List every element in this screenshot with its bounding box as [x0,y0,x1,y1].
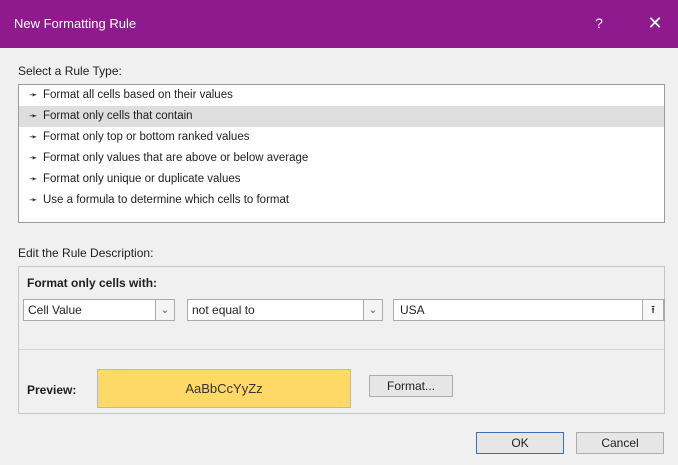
rule-item-label: Format only cells that contain [43,110,193,122]
preview-label: Preview: [27,383,77,397]
new-formatting-rule-dialog: New Formatting Rule ? ✕ Select a Rule Ty… [0,0,678,465]
rule-item-unique-duplicate[interactable]: ➛ Format only unique or duplicate values [19,169,664,190]
cancel-button[interactable]: Cancel [576,432,664,454]
arrow-icon: ➛ [29,90,38,101]
rule-item-top-bottom[interactable]: ➛ Format only top or bottom ranked values [19,127,664,148]
operand-value: Cell Value [28,303,82,317]
help-button[interactable]: ? [588,12,610,34]
collapse-range-icon[interactable]: ⭱ [642,299,664,321]
value-text: USA [400,303,425,317]
rule-item-all-cells[interactable]: ➛ Format all cells based on their values [19,85,664,106]
format-cells-with-label: Format only cells with: [27,276,158,290]
close-button[interactable]: ✕ [642,10,668,36]
chevron-down-icon[interactable]: ⌄ [363,299,383,321]
operator-select[interactable]: not equal to ⌄ [187,299,383,321]
arrow-icon: ➛ [29,195,38,206]
rule-item-label: Use a formula to determine which cells t… [43,194,290,206]
arrow-icon: ➛ [29,153,38,164]
divider [19,349,664,350]
arrow-icon: ➛ [29,174,38,185]
operator-value: not equal to [192,303,255,317]
arrow-icon: ➛ [29,132,38,143]
rule-item-label: Format only values that are above or bel… [43,152,309,164]
title-bar: New Formatting Rule ? ✕ [0,0,678,48]
rule-description-label: Edit the Rule Description: [18,246,154,260]
rule-type-list[interactable]: ➛ Format all cells based on their values … [18,84,665,223]
value-input[interactable]: USA ⭱ [393,299,665,321]
rule-item-label: Format only unique or duplicate values [43,173,241,185]
chevron-down-icon[interactable]: ⌄ [155,299,175,321]
rule-type-label: Select a Rule Type: [18,64,122,78]
rule-description-panel: Format only cells with: Cell Value ⌄ not… [18,266,665,414]
arrow-icon: ➛ [29,111,38,122]
preview-box: AaBbCcYyZz [97,369,351,408]
dialog-title: New Formatting Rule [14,16,137,31]
rule-item-formula[interactable]: ➛ Use a formula to determine which cells … [19,190,664,211]
format-button[interactable]: Format... [369,375,453,397]
rule-item-label: Format all cells based on their values [43,89,233,101]
rule-item-label: Format only top or bottom ranked values [43,131,250,143]
operand-select[interactable]: Cell Value ⌄ [23,299,175,321]
ok-button[interactable]: OK [476,432,564,454]
rule-item-above-below-average[interactable]: ➛ Format only values that are above or be… [19,148,664,169]
rule-item-cells-that-contain[interactable]: ➛ Format only cells that contain [19,106,664,127]
